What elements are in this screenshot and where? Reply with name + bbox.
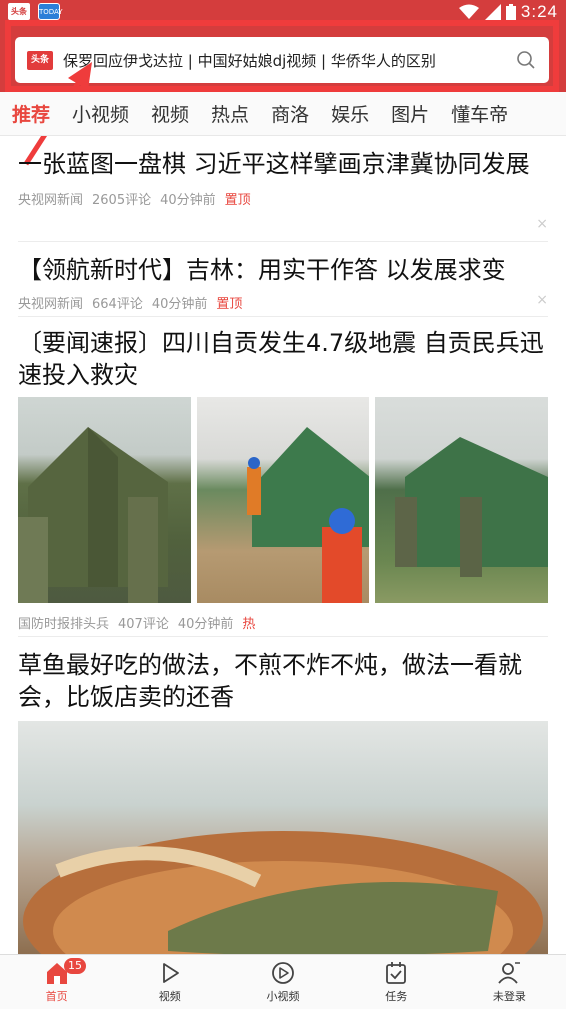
toutiao-notification-icon: 头条 bbox=[8, 3, 30, 20]
status-right: 3:24 bbox=[458, 1, 558, 23]
clock: 3:24 bbox=[520, 2, 558, 21]
tent-photo-shapes bbox=[18, 427, 168, 603]
article-image-row bbox=[18, 397, 549, 603]
tab-recommend[interactable]: 推荐 bbox=[0, 100, 61, 127]
article-meta: 国防时报排头兵 407评论 40分钟前 热 bbox=[18, 613, 548, 632]
tab-video[interactable]: 视频 bbox=[140, 100, 200, 127]
search-bar[interactable]: 头条 保罗回应伊戈达拉 | 中国好姑娘dj视频 | 华侨华人的区别 bbox=[15, 37, 549, 83]
article-comments: 407评论 bbox=[118, 617, 169, 632]
nav-small-video[interactable]: 小视频 bbox=[226, 955, 339, 1009]
article-source: 国防时报排头兵 bbox=[18, 617, 110, 632]
unread-badge: 15 bbox=[64, 958, 86, 974]
tab-dongchedi[interactable]: 懂车帝 bbox=[440, 100, 519, 127]
search-icon[interactable] bbox=[515, 49, 537, 71]
tent-photo-shapes bbox=[395, 437, 549, 577]
tab-small-video[interactable]: 小视频 bbox=[61, 100, 140, 127]
tent-photo-shapes bbox=[246, 427, 370, 603]
toutiao-logo: 头条 bbox=[27, 50, 53, 70]
user-icon bbox=[498, 962, 521, 984]
header-bar: 头条 TODAY 3:24 头条 保罗回应伊戈达拉 | 中国好姑娘dj视频 | … bbox=[0, 0, 566, 92]
article-image-fish-dish[interactable] bbox=[18, 721, 548, 961]
nav-video[interactable]: 视频 bbox=[113, 955, 226, 1009]
hot-tag: 热 bbox=[242, 617, 256, 632]
dislike-close-icon[interactable]: × bbox=[536, 216, 548, 232]
article-title[interactable]: 草鱼最好吃的做法，不煎不炸不炖，做法一看就会，比饭店卖的还香 bbox=[18, 649, 548, 713]
article-comments: 2605评论 bbox=[92, 193, 152, 208]
nav-label: 任务 bbox=[385, 990, 408, 1003]
article-time: 40分钟前 bbox=[151, 297, 208, 312]
nav-label: 未登录 bbox=[492, 990, 526, 1003]
article-title[interactable]: 【领航新时代】吉林：用实干作答 以发展求变 bbox=[18, 254, 548, 286]
bottom-navigation: 首页 15 视频 小视频 任务 未登录 bbox=[0, 954, 566, 1009]
status-bar: 头条 TODAY 3:24 bbox=[0, 0, 566, 24]
play-icon bbox=[162, 963, 179, 983]
article-image-tent-soldiers[interactable] bbox=[18, 397, 191, 603]
article-meta: 央视网新闻 664评论 40分钟前 置顶 bbox=[18, 293, 548, 312]
nav-label: 首页 bbox=[45, 990, 68, 1003]
signal-icon bbox=[484, 4, 501, 20]
small-video-icon bbox=[272, 962, 294, 984]
article-title[interactable]: 〔要闻速报〕四川自贡发生4.7级地震 自贡民兵迅速投入救灾 bbox=[18, 327, 548, 391]
pinned-tag: 置顶 bbox=[216, 297, 243, 312]
nav-task[interactable]: 任务 bbox=[340, 955, 453, 1009]
article-item[interactable]: 草鱼最好吃的做法，不煎不炸不炖，做法一看就会，比饭店卖的还香 bbox=[18, 637, 548, 961]
dislike-close-icon[interactable]: × bbox=[536, 292, 548, 308]
article-image-tent-workers[interactable] bbox=[196, 397, 370, 603]
fish-photo-shapes bbox=[23, 831, 543, 961]
article-image-tent-field[interactable] bbox=[375, 397, 549, 603]
article-comments: 664评论 bbox=[92, 297, 143, 312]
search-hot-words[interactable]: 保罗回应伊戈达拉 | 中国好姑娘dj视频 | 华侨华人的区别 bbox=[63, 50, 515, 71]
wifi-icon bbox=[458, 4, 479, 19]
channel-tabs: 推荐 小视频 视频 热点 商洛 娱乐 图片 懂车帝 bbox=[0, 92, 566, 136]
article-source: 央视网新闻 bbox=[18, 297, 84, 312]
article-item[interactable]: 一张蓝图一盘棋 习近平这样擘画京津冀协同发展 央视网新闻 2605评论 40分钟… bbox=[18, 136, 548, 242]
today-notification-icon: TODAY bbox=[38, 3, 63, 20]
article-title[interactable]: 一张蓝图一盘棋 习近平这样擘画京津冀协同发展 bbox=[18, 148, 548, 180]
pinned-tag: 置顶 bbox=[224, 193, 251, 208]
tab-shangluo[interactable]: 商洛 bbox=[260, 100, 320, 127]
nav-home[interactable]: 首页 15 bbox=[0, 955, 113, 1009]
article-source: 央视网新闻 bbox=[18, 193, 84, 208]
article-item[interactable]: 【领航新时代】吉林：用实干作答 以发展求变 央视网新闻 664评论 40分钟前 … bbox=[18, 242, 548, 317]
article-meta: 央视网新闻 2605评论 40分钟前 置顶 bbox=[18, 189, 548, 208]
news-feed: 一张蓝图一盘棋 习近平这样擘画京津冀协同发展 央视网新闻 2605评论 40分钟… bbox=[18, 136, 549, 961]
task-icon bbox=[386, 962, 407, 984]
nav-label: 小视频 bbox=[266, 990, 300, 1003]
nav-label: 视频 bbox=[158, 990, 181, 1003]
tab-hot[interactable]: 热点 bbox=[200, 100, 260, 127]
tab-pictures[interactable]: 图片 bbox=[380, 100, 440, 127]
battery-icon bbox=[505, 3, 516, 21]
article-time: 40分钟前 bbox=[177, 617, 234, 632]
article-time: 40分钟前 bbox=[160, 193, 216, 208]
tab-entertainment[interactable]: 娱乐 bbox=[320, 100, 380, 127]
article-item[interactable]: 〔要闻速报〕四川自贡发生4.7级地震 自贡民兵迅速投入救灾 国防时报排头兵 40… bbox=[18, 317, 549, 637]
nav-profile[interactable]: 未登录 bbox=[453, 955, 566, 1009]
